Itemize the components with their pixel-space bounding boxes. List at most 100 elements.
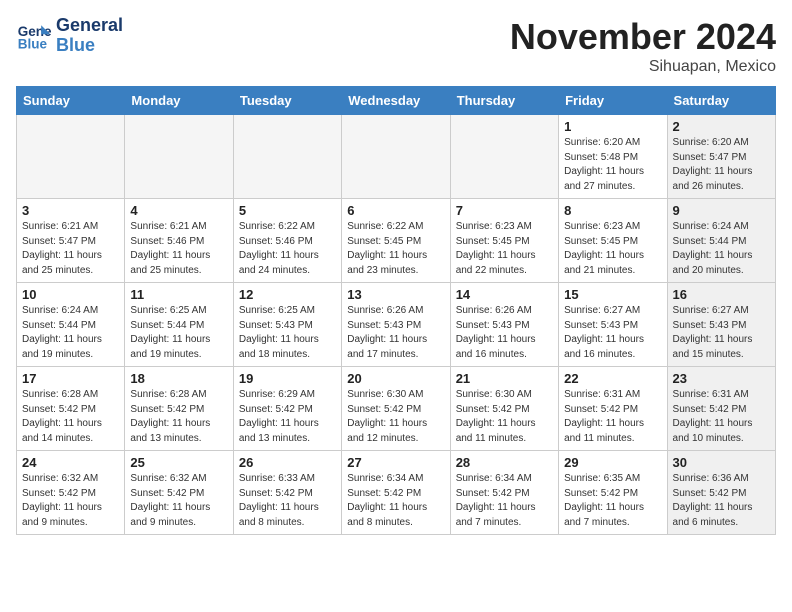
calendar-cell: 11Sunrise: 6:25 AM Sunset: 5:44 PM Dayli… — [125, 283, 233, 367]
month-title: November 2024 — [510, 16, 776, 58]
calendar-cell: 15Sunrise: 6:27 AM Sunset: 5:43 PM Dayli… — [559, 283, 667, 367]
day-info: Sunrise: 6:29 AM Sunset: 5:42 PM Dayligh… — [239, 388, 336, 446]
calendar-cell: 14Sunrise: 6:26 AM Sunset: 5:43 PM Dayli… — [450, 283, 558, 367]
calendar-cell: 4 Sunrise: 6:21 AM Sunset: 5:46 PM Daylig… — [125, 199, 233, 283]
calendar-cell: 22 Sunrise: 6:31 AM Sunset: 5:42 PM Dayli… — [559, 367, 667, 451]
day-info: Sunrise: 6:22 AM Sunset: 5:45 PM Dayligh… — [347, 220, 444, 278]
day-number: 26 — [239, 455, 336, 470]
day-number: 9 — [673, 203, 770, 218]
calendar-cell: 16 Sunrise: 6:27 AM Sunset: 5:43 PM Dayli… — [667, 283, 775, 367]
day-info: Sunrise: 6:23 AM Sunset: 5:45 PM Dayligh… — [456, 220, 553, 278]
calendar-cell: 19 Sunrise: 6:29 AM Sunset: 5:42 PM Dayli… — [233, 367, 341, 451]
day-number: 4 — [130, 203, 227, 218]
calendar-cell: 21 Sunrise: 6:30 AM Sunset: 5:42 PM Dayli… — [450, 367, 558, 451]
logo-line1: General — [56, 16, 123, 36]
day-info: Sunrise: 6:21 AM Sunset: 5:46 PM Dayligh… — [130, 220, 227, 278]
calendar-cell — [17, 115, 125, 199]
svg-text:Blue: Blue — [18, 36, 48, 51]
day-number: 17 — [22, 371, 119, 386]
calendar-cell — [342, 115, 450, 199]
weekday-header-friday: Friday — [559, 87, 667, 115]
calendar-cell: 6 Sunrise: 6:22 AM Sunset: 5:45 PM Daylig… — [342, 199, 450, 283]
calendar-cell: 27 Sunrise: 6:34 AM Sunset: 5:42 PM Dayli… — [342, 451, 450, 535]
day-info: Sunrise: 6:34 AM Sunset: 5:42 PM Dayligh… — [456, 472, 553, 530]
calendar-cell: 23Sunrise: 6:31 AM Sunset: 5:42 PM Dayli… — [667, 367, 775, 451]
week-row-4: 17 Sunrise: 6:28 AM Sunset: 5:42 PM Dayli… — [17, 367, 776, 451]
title-block: November 2024 Sihuapan, Mexico — [510, 16, 776, 76]
calendar-cell: 9 Sunrise: 6:24 AM Sunset: 5:44 PM Daylig… — [667, 199, 775, 283]
calendar-cell: 25Sunrise: 6:32 AM Sunset: 5:42 PM Dayli… — [125, 451, 233, 535]
logo: General Blue General Blue — [16, 16, 123, 56]
day-number: 27 — [347, 455, 444, 470]
page-header: General Blue General Blue November 2024 … — [16, 16, 776, 76]
calendar-cell: 1 Sunrise: 6:20 AM Sunset: 5:48 PM Daylig… — [559, 115, 667, 199]
day-number: 16 — [673, 287, 770, 302]
calendar-cell: 3 Sunrise: 6:21 AM Sunset: 5:47 PM Daylig… — [17, 199, 125, 283]
day-info: Sunrise: 6:27 AM Sunset: 5:43 PM Dayligh… — [564, 304, 661, 362]
day-info: Sunrise: 6:25 AM Sunset: 5:44 PM Dayligh… — [130, 304, 227, 362]
day-info: Sunrise: 6:22 AM Sunset: 5:46 PM Dayligh… — [239, 220, 336, 278]
logo-line2: Blue — [56, 36, 123, 56]
day-number: 7 — [456, 203, 553, 218]
day-info: Sunrise: 6:26 AM Sunset: 5:43 PM Dayligh… — [347, 304, 444, 362]
week-row-3: 10 Sunrise: 6:24 AM Sunset: 5:44 PM Dayli… — [17, 283, 776, 367]
day-info: Sunrise: 6:24 AM Sunset: 5:44 PM Dayligh… — [22, 304, 119, 362]
day-number: 18 — [130, 371, 227, 386]
week-row-1: 1 Sunrise: 6:20 AM Sunset: 5:48 PM Daylig… — [17, 115, 776, 199]
weekday-header-saturday: Saturday — [667, 87, 775, 115]
day-info: Sunrise: 6:20 AM Sunset: 5:48 PM Dayligh… — [564, 136, 661, 194]
weekday-header-thursday: Thursday — [450, 87, 558, 115]
day-number: 24 — [22, 455, 119, 470]
day-number: 6 — [347, 203, 444, 218]
calendar-cell — [233, 115, 341, 199]
day-number: 19 — [239, 371, 336, 386]
calendar-cell: 29 Sunrise: 6:35 AM Sunset: 5:42 PM Dayli… — [559, 451, 667, 535]
calendar-cell — [450, 115, 558, 199]
day-info: Sunrise: 6:35 AM Sunset: 5:42 PM Dayligh… — [564, 472, 661, 530]
day-number: 5 — [239, 203, 336, 218]
day-info: Sunrise: 6:28 AM Sunset: 5:42 PM Dayligh… — [22, 388, 119, 446]
day-info: Sunrise: 6:24 AM Sunset: 5:44 PM Dayligh… — [673, 220, 770, 278]
day-info: Sunrise: 6:32 AM Sunset: 5:42 PM Dayligh… — [130, 472, 227, 530]
calendar-cell: 10 Sunrise: 6:24 AM Sunset: 5:44 PM Dayli… — [17, 283, 125, 367]
location-title: Sihuapan, Mexico — [510, 58, 776, 76]
weekday-header-tuesday: Tuesday — [233, 87, 341, 115]
day-info: Sunrise: 6:30 AM Sunset: 5:42 PM Dayligh… — [347, 388, 444, 446]
day-number: 12 — [239, 287, 336, 302]
day-info: Sunrise: 6:34 AM Sunset: 5:42 PM Dayligh… — [347, 472, 444, 530]
day-info: Sunrise: 6:28 AM Sunset: 5:42 PM Dayligh… — [130, 388, 227, 446]
weekday-header-monday: Monday — [125, 87, 233, 115]
calendar-cell: 24 Sunrise: 6:32 AM Sunset: 5:42 PM Dayli… — [17, 451, 125, 535]
calendar-cell: 26 Sunrise: 6:33 AM Sunset: 5:42 PM Dayli… — [233, 451, 341, 535]
day-info: Sunrise: 6:21 AM Sunset: 5:47 PM Dayligh… — [22, 220, 119, 278]
week-row-2: 3 Sunrise: 6:21 AM Sunset: 5:47 PM Daylig… — [17, 199, 776, 283]
weekday-header-row: SundayMondayTuesdayWednesdayThursdayFrid… — [17, 87, 776, 115]
day-info: Sunrise: 6:32 AM Sunset: 5:42 PM Dayligh… — [22, 472, 119, 530]
day-number: 1 — [564, 119, 661, 134]
day-number: 2 — [673, 119, 770, 134]
day-number: 21 — [456, 371, 553, 386]
day-number: 20 — [347, 371, 444, 386]
day-info: Sunrise: 6:23 AM Sunset: 5:45 PM Dayligh… — [564, 220, 661, 278]
calendar-cell: 13Sunrise: 6:26 AM Sunset: 5:43 PM Dayli… — [342, 283, 450, 367]
day-number: 22 — [564, 371, 661, 386]
day-info: Sunrise: 6:31 AM Sunset: 5:42 PM Dayligh… — [564, 388, 661, 446]
day-info: Sunrise: 6:25 AM Sunset: 5:43 PM Dayligh… — [239, 304, 336, 362]
day-number: 30 — [673, 455, 770, 470]
day-number: 3 — [22, 203, 119, 218]
day-info: Sunrise: 6:33 AM Sunset: 5:42 PM Dayligh… — [239, 472, 336, 530]
day-number: 8 — [564, 203, 661, 218]
weekday-header-wednesday: Wednesday — [342, 87, 450, 115]
calendar-cell: 7 Sunrise: 6:23 AM Sunset: 5:45 PM Daylig… — [450, 199, 558, 283]
day-info: Sunrise: 6:30 AM Sunset: 5:42 PM Dayligh… — [456, 388, 553, 446]
calendar-table: SundayMondayTuesdayWednesdayThursdayFrid… — [16, 86, 776, 535]
calendar-cell: 8 Sunrise: 6:23 AM Sunset: 5:45 PM Daylig… — [559, 199, 667, 283]
calendar-cell: 2 Sunrise: 6:20 AM Sunset: 5:47 PM Daylig… — [667, 115, 775, 199]
calendar-cell: 18 Sunrise: 6:28 AM Sunset: 5:42 PM Dayli… — [125, 367, 233, 451]
day-number: 29 — [564, 455, 661, 470]
calendar-cell: 12 Sunrise: 6:25 AM Sunset: 5:43 PM Dayli… — [233, 283, 341, 367]
day-number: 10 — [22, 287, 119, 302]
calendar-cell: 17 Sunrise: 6:28 AM Sunset: 5:42 PM Dayli… — [17, 367, 125, 451]
day-info: Sunrise: 6:27 AM Sunset: 5:43 PM Dayligh… — [673, 304, 770, 362]
day-info: Sunrise: 6:20 AM Sunset: 5:47 PM Dayligh… — [673, 136, 770, 194]
